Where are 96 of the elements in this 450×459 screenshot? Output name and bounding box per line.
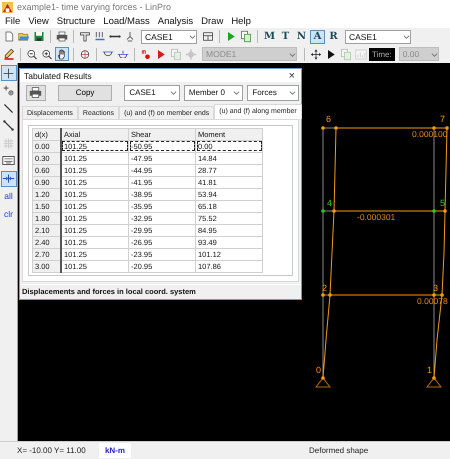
copy-button[interactable]: Copy — [58, 84, 112, 101]
node-dot — [443, 209, 447, 213]
support-icon — [426, 377, 442, 388]
node-dot — [440, 293, 444, 297]
menu-item[interactable]: File — [1, 16, 24, 26]
toolbar-button[interactable] — [32, 30, 46, 44]
caret-icon — [430, 50, 438, 58]
dropdown[interactable]: Member 0 — [184, 84, 244, 101]
toolbar-button[interactable] — [40, 47, 54, 61]
hinge-icon — [117, 50, 129, 58]
toolbar-button[interactable] — [55, 30, 69, 44]
load-arrows-icon — [94, 30, 106, 43]
dropdown[interactable]: CASE1 — [141, 30, 197, 44]
print-icon — [29, 86, 42, 100]
dropdown[interactable]: CASE1 — [124, 84, 180, 101]
toolbar-button[interactable]: M — [262, 30, 277, 44]
toolbar-button[interactable]: A — [310, 30, 325, 44]
copy-icon — [240, 30, 252, 43]
tool-button[interactable] — [0, 65, 16, 81]
tool-button[interactable]: clr — [0, 206, 16, 222]
copy-icon — [340, 48, 352, 60]
status-text: Deformed shape — [309, 446, 368, 455]
caret-icon — [170, 89, 177, 96]
deflection-value: -0.000301 — [357, 212, 396, 222]
play-icon — [155, 48, 167, 60]
toolbar-button[interactable]: N — [294, 30, 309, 44]
node-dot — [328, 293, 332, 297]
pencil-icon — [3, 48, 15, 60]
time-label: Time: — [369, 48, 395, 60]
toolbar-button[interactable] — [309, 47, 323, 61]
print-button[interactable] — [26, 84, 46, 101]
caret-icon — [233, 89, 240, 96]
new-file-icon — [3, 30, 15, 43]
t-section-icon — [79, 30, 91, 43]
zoom-out-icon — [26, 48, 38, 60]
play-icon — [325, 48, 337, 60]
hinge-icon — [102, 51, 114, 57]
save-icon — [33, 30, 45, 43]
tool-button[interactable] — [0, 170, 16, 187]
line-icon — [2, 102, 15, 115]
dropdown[interactable]: CASE1 — [345, 30, 411, 44]
tool-button[interactable]: all — [0, 188, 16, 204]
snap-icon — [2, 172, 15, 186]
cursor-coordinates: X= -10.00 Y= 11.00 — [16, 446, 87, 455]
node-label: 2 — [322, 283, 328, 293]
toolbar-button[interactable] — [2, 47, 16, 61]
toolbar-button[interactable] — [93, 30, 107, 44]
play-icon — [225, 30, 237, 43]
node-line-icon — [2, 119, 15, 132]
menu-item[interactable]: Help — [227, 16, 255, 26]
node-dot — [445, 126, 449, 130]
zoom-in-icon — [41, 48, 53, 60]
support-icon — [314, 377, 332, 388]
node-label: 3 — [433, 283, 438, 293]
move-arrows-icon — [310, 48, 322, 60]
toolbar-button[interactable] — [55, 47, 69, 61]
node-dot — [332, 209, 336, 213]
node-add-icon — [2, 84, 15, 98]
caret-icon — [289, 50, 296, 58]
node-label: 4 — [327, 198, 332, 208]
units-indicator: kN-m — [99, 443, 131, 458]
node-label: 0 — [316, 365, 322, 375]
keyboard-icon — [2, 154, 15, 168]
print-icon — [56, 30, 68, 43]
menu-item[interactable]: Structure — [52, 16, 100, 26]
node-label: 6 — [326, 114, 332, 124]
node-dot — [334, 126, 338, 130]
chart-icon — [355, 48, 367, 60]
folder-icon — [18, 30, 30, 43]
zoom-window-icon — [79, 48, 91, 60]
copy-icon — [170, 48, 182, 60]
menu-item[interactable]: Analysis — [154, 16, 198, 26]
node-label: 7 — [440, 114, 446, 124]
frame-icon — [202, 30, 214, 43]
dialog-title: Tabulated Results — [24, 70, 92, 81]
dropdown[interactable]: Forces — [247, 84, 299, 101]
support-icon — [124, 30, 136, 43]
toolbar-button[interactable]: R — [326, 30, 341, 44]
caret-icon — [189, 33, 196, 40]
window-title: example1- time varying forces - LinPro — [17, 2, 172, 12]
plus-icon — [2, 66, 15, 80]
menu-item[interactable]: Draw — [197, 16, 228, 26]
close-button[interactable]: × — [286, 70, 297, 82]
toolbar-button[interactable] — [25, 47, 39, 61]
node-label: 1 — [427, 365, 432, 375]
grid-icon — [2, 136, 15, 150]
menu-item[interactable]: View — [24, 16, 53, 26]
caret-icon — [288, 89, 296, 96]
marker-dot-icon — [140, 48, 152, 60]
toolbar-button[interactable] — [239, 30, 253, 44]
menu-item[interactable]: Load/Mass — [99, 16, 154, 26]
toolbar-button[interactable] — [201, 30, 215, 44]
toolbar-button[interactable]: T — [278, 30, 293, 44]
caret-icon — [403, 33, 410, 40]
toolbar-button[interactable] — [78, 30, 92, 44]
gear-icon — [185, 48, 197, 60]
